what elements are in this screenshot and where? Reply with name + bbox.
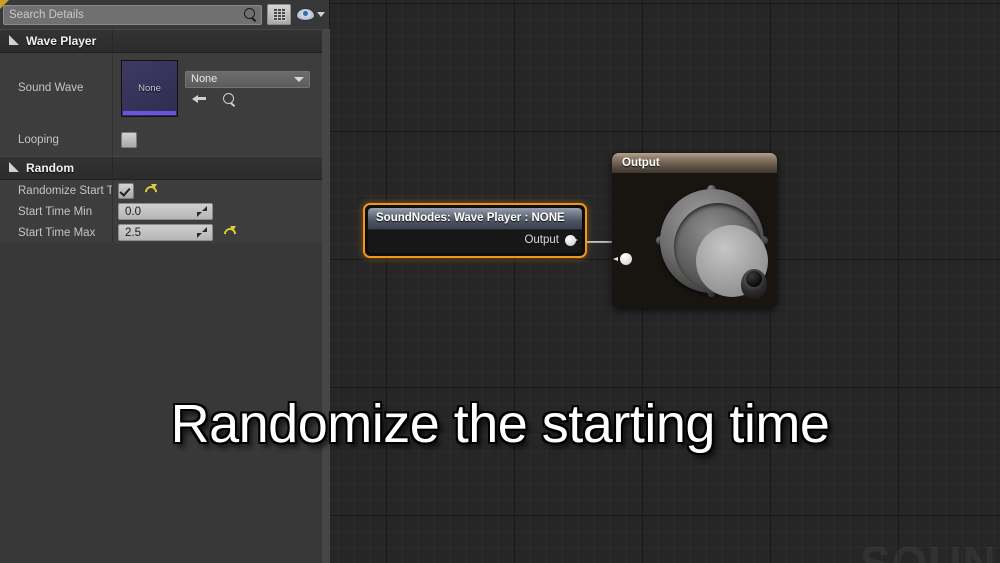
output-node-input-pin[interactable] — [613, 253, 632, 265]
asset-thumbnail[interactable]: None — [121, 59, 178, 117]
eye-visibility-icon — [296, 8, 315, 21]
drag-spinner-icon[interactable] — [197, 206, 208, 217]
grid-view-button[interactable] — [267, 4, 291, 25]
property-label-looping: Looping — [18, 133, 59, 146]
rows-random: Randomize Start Tim Start Time Min 0.0 — [0, 180, 330, 243]
start-time-max-field[interactable]: 2.5 — [118, 224, 213, 241]
property-label-randomize-start-time: Randomize Start Tim — [18, 184, 112, 197]
asset-picker-controls: None — [185, 70, 310, 106]
property-row-start-time-max: Start Time Max 2.5 — [0, 222, 330, 243]
expanded-triangle-icon — [9, 162, 19, 172]
output-pin-label: Output — [524, 234, 559, 246]
property-row-looping: Looping — [0, 123, 330, 156]
node-wave-player-body: Output — [368, 230, 582, 253]
property-value-sound-wave: None None — [112, 59, 330, 117]
property-row-sound-wave: Sound Wave None None — [0, 53, 330, 123]
section-header-random[interactable]: Random — [0, 156, 330, 180]
property-label-start-time-max: Start Time Max — [18, 226, 96, 239]
asset-thumbnail-label: None — [138, 82, 161, 94]
expanded-triangle-icon — [9, 35, 19, 45]
speaker-cone-icon — [654, 183, 770, 299]
search-input[interactable] — [4, 7, 241, 22]
node-wave-player-title: SoundNodes: Wave Player : NONE — [368, 208, 582, 230]
property-value-randomize-start-time — [112, 182, 330, 199]
browse-search-icon[interactable] — [222, 92, 237, 106]
property-value-looping — [112, 131, 330, 148]
property-row-randomize-start-time: Randomize Start Tim — [0, 180, 330, 201]
start-time-min-field[interactable]: 0.0 — [118, 203, 213, 220]
randomize-start-time-checkbox[interactable] — [118, 182, 134, 199]
reset-arrow-icon[interactable] — [222, 226, 236, 239]
node-output-title: Output — [612, 153, 777, 173]
speaker-diaphragm — [696, 225, 768, 299]
column-splitter[interactable] — [112, 30, 113, 52]
node-output-pin-row[interactable]: Output — [524, 234, 578, 246]
search-details-box[interactable] — [3, 4, 262, 25]
column-splitter[interactable] — [112, 157, 113, 179]
looping-checkbox[interactable] — [121, 131, 137, 148]
rows-wave-player: Sound Wave None None Looping — [0, 53, 330, 156]
chevron-down-icon — [294, 76, 304, 82]
start-time-max-value: 2.5 — [125, 226, 141, 239]
section-title-random: Random — [26, 161, 74, 175]
reset-arrow-icon[interactable] — [143, 184, 157, 197]
unreal-sound-cue-editor: SOUND SoundNodes: Wave Player : NONE Out… — [0, 0, 1000, 563]
details-panel: Wave Player Sound Wave None None — [0, 0, 330, 563]
details-toolbar — [0, 3, 330, 26]
node-output[interactable]: Output — [612, 153, 777, 308]
asset-combo-box[interactable]: None — [185, 70, 310, 88]
node-output-body — [612, 173, 777, 308]
section-title-wave-player: Wave Player — [26, 34, 97, 48]
start-time-min-value: 0.0 — [125, 205, 141, 218]
property-label-sound-wave: Sound Wave — [18, 82, 84, 94]
property-row-start-time-min: Start Time Min 0.0 — [0, 201, 330, 222]
node-wave-player[interactable]: SoundNodes: Wave Player : NONE Output — [363, 203, 587, 258]
caption-text: Randomize the starting time — [170, 394, 830, 454]
property-value-start-time-min: 0.0 — [112, 203, 330, 220]
speaker-surround — [674, 203, 768, 299]
watermark-text: SOUND — [860, 537, 1000, 563]
node-wave-player-inner: SoundNodes: Wave Player : NONE Output — [368, 208, 582, 253]
asset-action-icons — [185, 92, 310, 106]
visibility-dropdown-button[interactable] — [296, 8, 327, 21]
panel-scrollbar[interactable] — [322, 29, 330, 563]
details-body: Wave Player Sound Wave None None Looping… — [0, 29, 330, 563]
section-header-wave-player[interactable]: Wave Player — [0, 29, 330, 53]
property-value-start-time-max: 2.5 — [112, 224, 330, 241]
drag-spinner-icon[interactable] — [197, 227, 208, 238]
arrow-left-icon[interactable] — [192, 92, 208, 106]
chevron-down-icon — [317, 12, 325, 17]
property-label-start-time-min: Start Time Min — [18, 205, 93, 218]
speaker-frame — [660, 189, 768, 299]
grid-view-icon — [272, 8, 286, 21]
output-pin[interactable] — [565, 234, 578, 246]
asset-combo-value: None — [191, 73, 218, 85]
search-icon — [241, 6, 259, 24]
speaker-center-dome — [746, 271, 762, 287]
